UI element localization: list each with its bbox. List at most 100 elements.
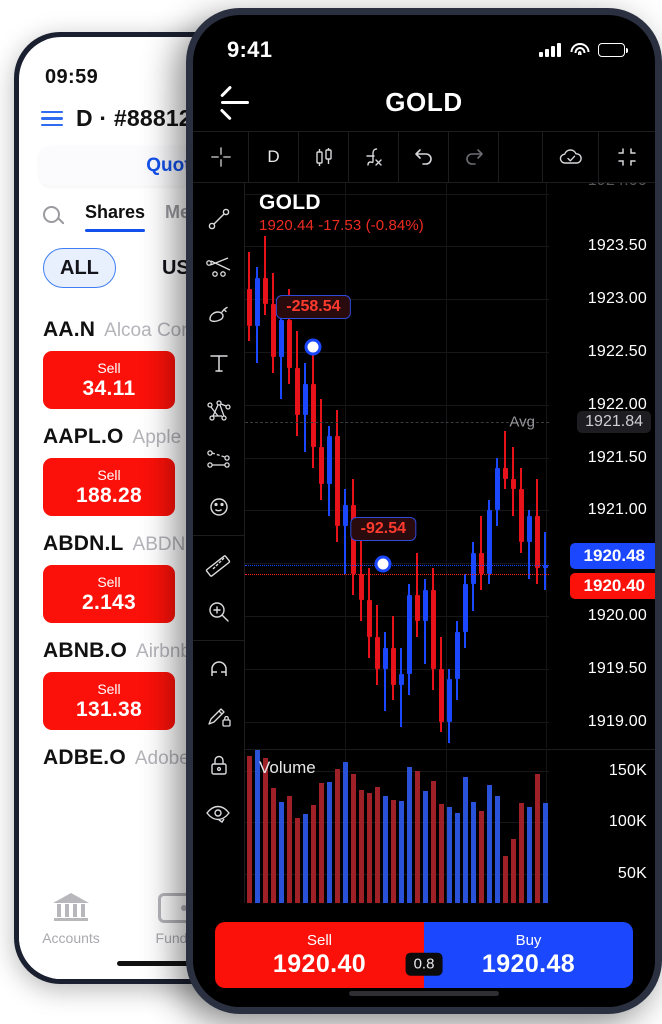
volume-bar bbox=[247, 756, 252, 903]
candlestick-icon[interactable] bbox=[299, 132, 349, 182]
volume-bar bbox=[327, 782, 332, 903]
volume-bar bbox=[439, 804, 444, 903]
candle-body bbox=[423, 590, 428, 622]
buy-button[interactable]: Buy 1920.48 bbox=[424, 922, 633, 988]
candle-body bbox=[535, 516, 540, 569]
pattern-icon[interactable] bbox=[193, 387, 245, 435]
trend-line-icon[interactable] bbox=[193, 195, 245, 243]
candle bbox=[503, 431, 508, 489]
candle bbox=[247, 252, 252, 342]
front-status-bar: 9:41 bbox=[193, 15, 655, 73]
candle bbox=[519, 468, 524, 552]
candle-body bbox=[439, 669, 444, 722]
list-item-symbol: ABDN.L bbox=[43, 532, 124, 556]
tab-accounts[interactable]: Accounts bbox=[19, 893, 123, 946]
candle-body bbox=[335, 436, 340, 526]
grid-line-vertical bbox=[546, 183, 547, 748]
undo-icon[interactable] bbox=[399, 132, 449, 182]
candle-body bbox=[471, 553, 476, 585]
cross-lines-icon[interactable] bbox=[193, 243, 245, 291]
grid-line bbox=[245, 722, 549, 723]
grid-line bbox=[245, 405, 549, 406]
forecast-icon[interactable] bbox=[193, 435, 245, 483]
candle bbox=[375, 605, 380, 684]
candle bbox=[335, 410, 340, 542]
grid-line bbox=[245, 563, 549, 564]
volume-bar bbox=[415, 771, 420, 903]
candle-body bbox=[367, 600, 372, 637]
chart-marker-label[interactable]: -92.54 bbox=[351, 517, 416, 541]
chart-canvas[interactable]: GOLD 1920.44 -17.53 (-0.84%) 1923.501923… bbox=[245, 183, 655, 903]
price-axis-label: 1923.50 bbox=[588, 237, 647, 255]
candle bbox=[295, 331, 300, 437]
candle bbox=[463, 574, 468, 648]
eye-icon[interactable] bbox=[193, 789, 245, 837]
chart-marker-label[interactable]: -258.54 bbox=[276, 295, 350, 319]
battery-icon bbox=[598, 43, 625, 57]
sell-button[interactable]: Sell 1920.40 bbox=[215, 922, 424, 988]
filter-chip-all[interactable]: ALL bbox=[43, 248, 116, 288]
candle-wick bbox=[344, 489, 346, 573]
sell-label: Sell bbox=[97, 574, 120, 590]
sell-button[interactable]: Sell 2.143 bbox=[43, 565, 175, 623]
grid-line bbox=[245, 669, 549, 670]
candle-body bbox=[527, 516, 532, 542]
volume-bar bbox=[311, 805, 316, 903]
candle-body bbox=[319, 447, 324, 484]
candle-body bbox=[503, 468, 508, 479]
candle bbox=[479, 516, 484, 590]
candle-body bbox=[303, 384, 308, 416]
collapse-icon[interactable] bbox=[599, 132, 655, 182]
bid-line bbox=[245, 574, 549, 575]
volume-axis-label: 150K bbox=[609, 762, 647, 780]
cloud-check-icon[interactable] bbox=[543, 132, 599, 182]
signal-bars-icon bbox=[539, 43, 561, 57]
candle-body bbox=[455, 632, 460, 680]
volume-bar bbox=[407, 767, 412, 903]
candle bbox=[511, 447, 516, 516]
sell-button[interactable]: Sell 188.28 bbox=[43, 458, 175, 516]
candle-body bbox=[383, 648, 388, 669]
list-item-symbol: AA.N bbox=[43, 318, 95, 342]
spread-badge: 0.8 bbox=[406, 953, 443, 976]
volume-pane[interactable]: Volume 50K100K150K bbox=[245, 749, 655, 903]
tab-shares[interactable]: Shares bbox=[85, 202, 145, 232]
sell-button[interactable]: Sell 34.11 bbox=[43, 351, 175, 409]
pencil-lock-icon[interactable] bbox=[193, 693, 245, 741]
candle-body bbox=[271, 304, 276, 357]
chart-header: GOLD 1920.44 -17.53 (-0.84%) bbox=[259, 191, 424, 234]
redo-icon[interactable] bbox=[449, 132, 499, 182]
menu-list-icon[interactable] bbox=[41, 111, 63, 127]
sell-label: Sell bbox=[97, 681, 120, 697]
text-icon[interactable] bbox=[193, 339, 245, 387]
price-pane[interactable]: 1923.501923.001922.501922.001921.501921.… bbox=[245, 183, 655, 748]
volume-bar bbox=[279, 802, 284, 903]
volume-bar bbox=[383, 796, 388, 903]
timeframe-button[interactable]: D bbox=[249, 132, 299, 182]
candle-wick bbox=[384, 632, 386, 711]
candle bbox=[543, 532, 548, 590]
ruler-icon[interactable] bbox=[193, 540, 245, 588]
search-icon[interactable] bbox=[43, 206, 65, 228]
volume-bar bbox=[343, 762, 348, 903]
chart-marker-dot[interactable] bbox=[305, 338, 322, 355]
price-axis-label: 1921.50 bbox=[588, 449, 647, 467]
indicators-icon[interactable] bbox=[349, 132, 399, 182]
volume-bar bbox=[495, 796, 500, 903]
grid-line-vertical bbox=[446, 183, 447, 748]
magnet-icon[interactable] bbox=[193, 645, 245, 693]
candle-body bbox=[519, 489, 524, 542]
chart-marker-dot[interactable] bbox=[375, 556, 392, 573]
candle bbox=[367, 568, 372, 658]
candle bbox=[391, 616, 396, 700]
crosshair-icon[interactable] bbox=[193, 132, 249, 182]
emoji-icon[interactable] bbox=[193, 483, 245, 531]
zoom-in-icon[interactable] bbox=[193, 588, 245, 636]
sell-button[interactable]: Sell 131.38 bbox=[43, 672, 175, 730]
lock-icon[interactable] bbox=[193, 741, 245, 789]
candle bbox=[447, 669, 452, 743]
volume-bar bbox=[351, 774, 356, 903]
foreground-phone-screen: 9:41 GOLD D bbox=[193, 15, 655, 1007]
volume-bar bbox=[303, 814, 308, 903]
brush-icon[interactable] bbox=[193, 291, 245, 339]
